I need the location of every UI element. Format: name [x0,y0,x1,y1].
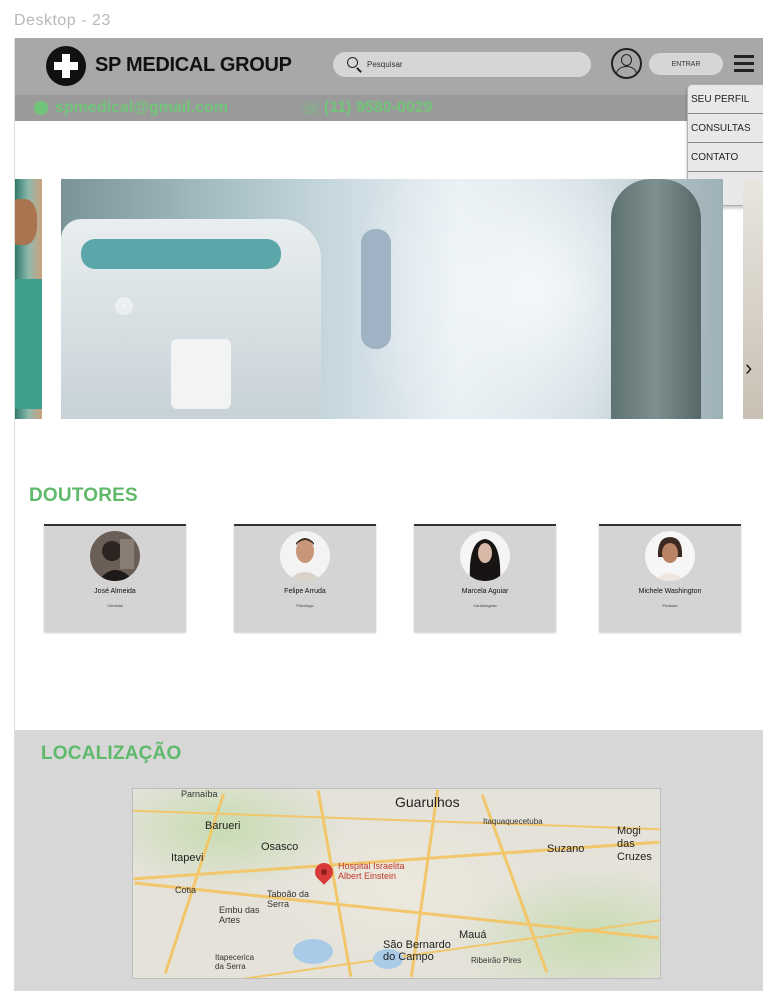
doctors-section-title: DOUTORES [29,485,138,506]
map-label-guarulhos: Guarulhos [395,794,460,810]
doctor-avatar [280,531,330,581]
menu-item-profile[interactable]: SEU PERFIL [688,85,763,114]
email-icon [34,101,48,115]
phone-icon: ☏ [301,101,322,118]
map-label-embu-das-artes: Embu das Artes [219,905,260,925]
map-label-sao-bernardo: São Bernardo do Campo [383,939,451,963]
login-button[interactable]: ENTRAR [649,53,723,75]
map-label-barueri: Barueri [205,820,241,832]
hamburger-menu-icon[interactable] [734,55,754,72]
map-label-parnaiba: Parnaíba [181,789,218,799]
carousel-next-slide-image[interactable]: › [743,179,763,419]
location-section-title: LOCALIZAÇÃO [41,743,182,764]
doctor-specialty: Cientista [107,603,123,608]
doctor-avatar [645,531,695,581]
chevron-right-icon[interactable]: › [745,355,755,383]
contact-email[interactable]: spmedical@gmail.com [55,99,228,117]
doctor-name: José Almeida [94,588,136,595]
brand-name[interactable]: SP MEDICAL GROUP [95,54,292,77]
page-canvas: SP MEDICAL GROUP ENTRAR spmedical@gmail.… [14,38,763,991]
search-bar[interactable] [333,52,591,77]
doctor-name: Felipe Arruda [284,588,326,595]
header: SP MEDICAL GROUP ENTRAR [15,38,763,95]
doctor-card[interactable]: José Almeida Cientista [44,524,186,632]
logo-cross-icon[interactable] [46,46,86,86]
doctor-name: Marcela Aguiar [461,588,509,595]
carousel-prev-slide-image[interactable] [15,179,42,419]
doctor-card[interactable]: Marcela Aguiar Cardiologista [414,524,556,632]
map-label-maua: Mauá [459,929,487,941]
user-icon-head [621,54,632,66]
search-icon[interactable] [347,57,358,68]
doctor-card[interactable]: Felipe Arruda Psicólogo [234,524,376,632]
map-label-itapevi: Itapevi [171,852,204,864]
map-label-suzano: Suzano [547,843,585,855]
user-icon-body [616,66,637,77]
user-icon[interactable] [611,48,642,79]
doctor-avatar [90,531,140,581]
map-pin-label: Hospital Israelita Albert Einstein [338,861,405,881]
hero-carousel: ‹ › › [15,179,763,419]
map-label-taboao-da-serra: Taboão da Serra [267,889,310,909]
doctor-specialty: Psicólogo [296,603,314,608]
doctor-avatar [460,531,510,581]
menu-item-contact[interactable]: CONTATO [688,143,763,172]
map-label-itapecerica: Itapecerica da Serra [215,953,255,971]
map-label-ribeirao-pires: Ribeirão Pires [471,956,522,965]
frame-label: Desktop - 23 [14,12,111,29]
doctor-specialty: Cardiologista [473,603,497,608]
map-label-cotia: Cotia [175,885,197,895]
map-label-osasco: Osasco [261,841,299,853]
carousel-prev-arrow-icon[interactable]: ‹ [115,297,133,315]
contact-bar: spmedical@gmail.com ☏ (11) 9580-0029 [15,95,763,121]
doctor-card[interactable]: Michele Washington Pediatra [599,524,741,632]
map-label-mogi-das-cruzes: Mogi das Cruzes [617,825,652,863]
doctor-specialty: Pediatra [662,603,678,608]
contact-phone[interactable]: (11) 9580-0029 [324,99,433,117]
menu-item-appointments[interactable]: CONSULTAS [688,114,763,143]
carousel-current-slide-image: ‹ › [61,179,723,419]
doctor-name: Michele Washington [638,588,702,595]
location-map[interactable]: Parnaíba Guarulhos Itaquaquecetuba Barue… [132,788,661,979]
location-section: LOCALIZAÇÃO Parnaíba Guarulhos Itaquaque… [15,730,763,991]
map-label-itaquaquecetuba: Itaquaquecetuba [483,817,543,826]
search-input[interactable] [367,57,567,71]
